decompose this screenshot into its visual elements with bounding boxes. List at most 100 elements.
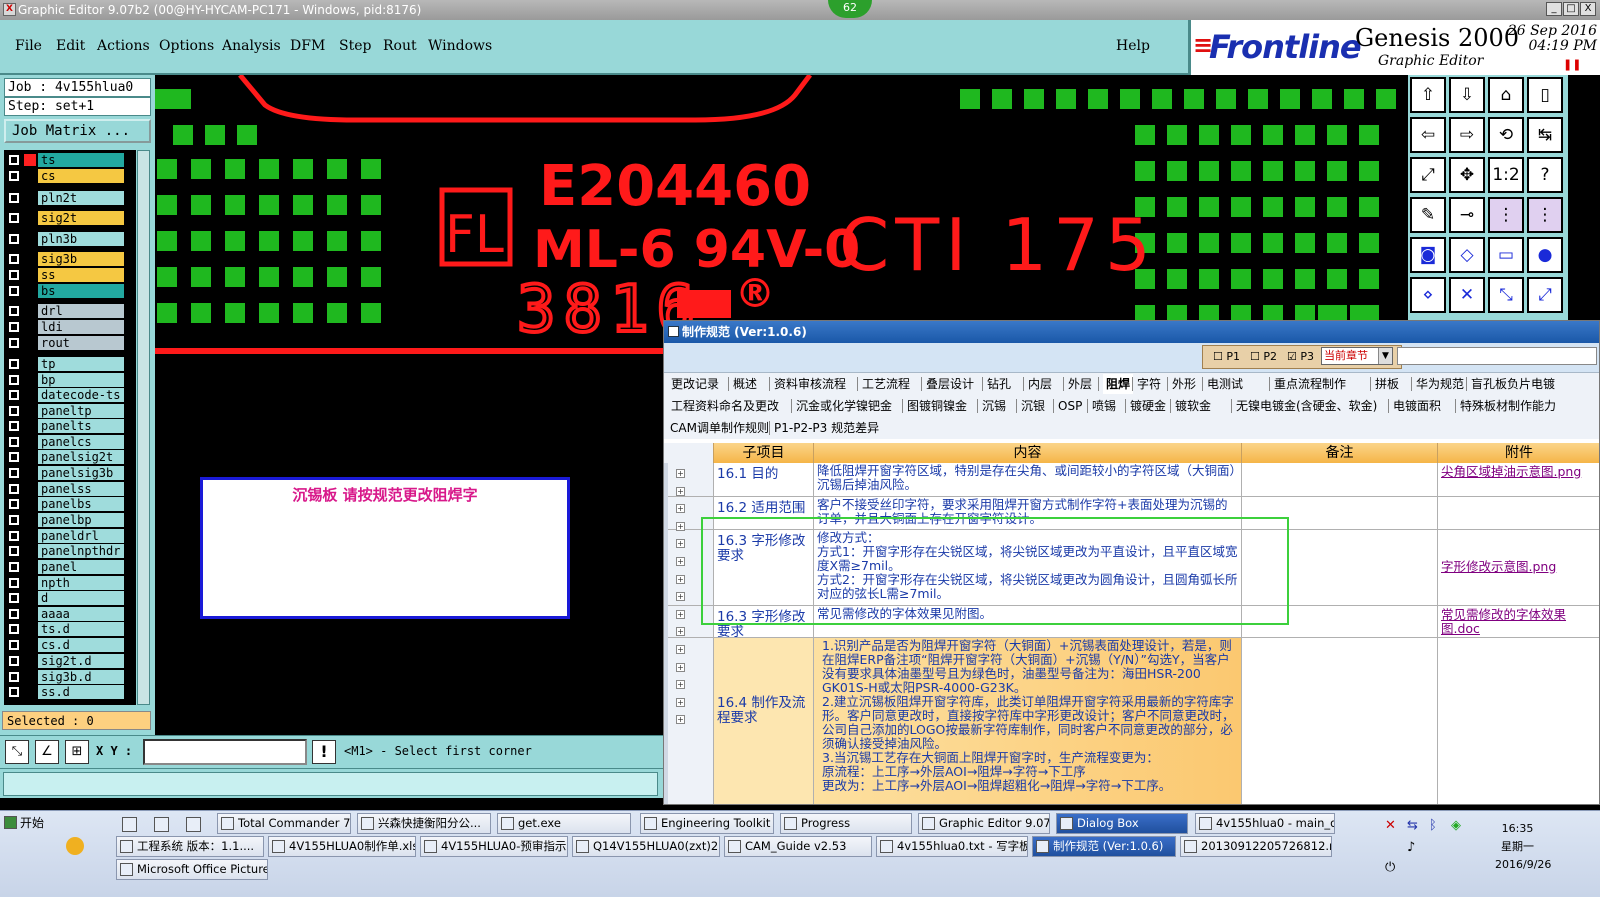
layer-row[interactable]: pln3b [6,232,126,246]
menu-rout[interactable]: Rout [383,38,417,54]
tray-volume-icon[interactable]: ♪ [1407,840,1415,855]
layer-checkbox[interactable] [8,514,20,526]
layer-row[interactable]: rout [6,336,126,350]
layer-row[interactable]: cs [6,169,126,183]
layer-checkbox[interactable] [8,608,20,620]
attachment-link[interactable] [1438,497,1599,530]
layer-row[interactable]: panel [6,560,126,574]
tab-item[interactable]: 电镀面积 [1393,396,1441,416]
layer-checkbox[interactable] [8,321,20,333]
layer-checkbox[interactable] [8,192,20,204]
zoom-icon[interactable]: ⤡ [5,740,29,764]
taskbar-button[interactable]: get.exe [497,813,631,834]
filter-p1[interactable]: ☐ P1 [1213,350,1240,363]
clock[interactable]: 16:35 星期一 2016/9/26 [1495,820,1551,874]
layer-row[interactable]: cs.d [6,638,126,652]
tab-item[interactable]: 工艺流程 [862,374,910,394]
attachment-link[interactable] [1438,638,1599,804]
layer-checkbox[interactable] [8,405,20,417]
layer-checkbox[interactable] [8,389,20,401]
taskbar-button[interactable]: 4V155HLUA0-预审指示... [420,836,568,857]
xy-input[interactable] [143,739,307,765]
layer-checkbox[interactable] [8,170,20,182]
column-header[interactable]: 内容 [814,443,1242,463]
layer-row[interactable]: sig2t [6,211,126,225]
tab-item[interactable]: 镀软金 [1175,396,1211,416]
pan-icon[interactable]: ✥ [1449,157,1485,193]
tab-item[interactable]: 字符 [1137,374,1161,394]
layer-checkbox[interactable] [8,545,20,557]
table-scrollbar[interactable] [664,463,668,804]
alert-icon[interactable]: ! [312,740,336,764]
expand-toggle[interactable]: + [676,504,685,514]
expand-toggle[interactable]: + [676,662,685,672]
layer-scrollbar[interactable] [137,150,150,705]
grid-icon[interactable]: ⊞ [65,740,89,764]
tab-item[interactable]: 重点流程制作 [1274,374,1346,394]
filter-p3[interactable]: ☑ P3 [1287,350,1314,363]
layer-row[interactable]: panelss [6,482,126,496]
tab-item[interactable]: 外形 [1172,374,1196,394]
tab-item[interactable]: 阻焊 [1103,374,1134,394]
taskbar-button[interactable]: Q14V155HLUA0(zxt)20... [572,836,720,857]
layers-icon[interactable]: ⋮ [1488,197,1524,233]
job-matrix-button[interactable]: Job Matrix ... [4,119,151,143]
chapter-select[interactable]: 当前章节 ▼ [1321,347,1393,365]
measure-icon[interactable]: ∠ [35,740,59,764]
tab-item[interactable]: 更改记录 [671,374,719,394]
nets-icon[interactable]: ⋮ [1527,197,1563,233]
redo-icon[interactable]: ↹ [1527,117,1563,153]
menu-edit[interactable]: Edit [56,38,85,54]
layer-checkbox[interactable] [8,451,20,463]
ruler-icon[interactable]: ▭ [1488,237,1524,273]
tab-item[interactable]: 叠层设计 [926,374,974,394]
menu-dfm[interactable]: DFM [290,38,325,54]
tab-item[interactable]: 概述 [733,374,757,394]
layer-row[interactable]: sig3b [6,252,126,266]
tab-item[interactable]: 工程资料命名及更改 [671,396,779,416]
layer-checkbox[interactable] [8,253,20,265]
taskbar-button[interactable]: Engineering Toolkit 9... [640,813,774,834]
chrome-icon[interactable] [186,817,201,832]
menu-options[interactable]: Options [159,38,214,54]
tab-item[interactable]: 沉金或化学镍钯金 [796,396,892,416]
taskbar-button[interactable]: Dialog Box [1056,813,1188,834]
tray-network-icon[interactable]: ⇆ [1407,818,1418,833]
layer-row[interactable]: aaaa [6,607,126,621]
taskbar-button[interactable]: 制作规范 (Ver:1.0.6) [1032,836,1176,857]
layer-checkbox[interactable] [8,655,20,667]
help-icon[interactable]: ? [1527,157,1563,193]
taskbar-button[interactable]: 4V155HLUA0制作单.xls... [268,836,416,857]
tray-bluetooth-icon[interactable]: ᛒ [1429,818,1437,833]
layer-row[interactable]: panelcs [6,435,126,449]
column-header[interactable]: 子项目 [714,443,814,463]
tray-x-icon[interactable]: ✕ [1385,818,1396,833]
taskbar-button[interactable]: 4v155hlua0.txt - 写字板 [876,836,1028,857]
filter-p2[interactable]: ☐ P2 [1250,350,1277,363]
column-header[interactable]: 备注 [1242,443,1438,463]
layer-row[interactable]: bp [6,373,126,387]
quicklaunch-icon[interactable] [122,817,137,832]
shape-icon[interactable]: ◇ [1449,237,1485,273]
tab-item[interactable]: P1-P2-P3 规范差异 [774,418,879,438]
snap-icon[interactable]: ⊸ [1449,197,1485,233]
layer-checkbox[interactable] [8,358,20,370]
dot-icon[interactable]: ● [1527,237,1563,273]
layer-checkbox[interactable] [8,337,20,349]
line-icon[interactable]: ⤡ [1488,277,1524,313]
zoom-fit-icon[interactable]: ⤢ [1410,157,1446,193]
tab-item[interactable]: CAM调单制作规则 [670,418,769,438]
expand-toggle[interactable]: + [676,715,685,725]
layer-checkbox[interactable] [8,686,20,698]
menu-step[interactable]: Step [339,38,371,54]
tray-power-icon[interactable]: ⏻ [1385,860,1395,875]
layer-row[interactable]: paneltp [6,404,126,418]
expand-toggle[interactable]: + [676,574,685,584]
start-button[interactable]: 开始 [2,813,54,833]
taskbar-button[interactable]: 兴森快捷衡阳分公... [357,813,491,834]
layer-row[interactable]: panelbs [6,497,126,511]
column-header[interactable]: 附件 [1438,443,1599,463]
layer-checkbox[interactable] [8,483,20,495]
tab-item[interactable]: 沉锡 [982,396,1006,416]
color-icon[interactable] [66,837,84,855]
